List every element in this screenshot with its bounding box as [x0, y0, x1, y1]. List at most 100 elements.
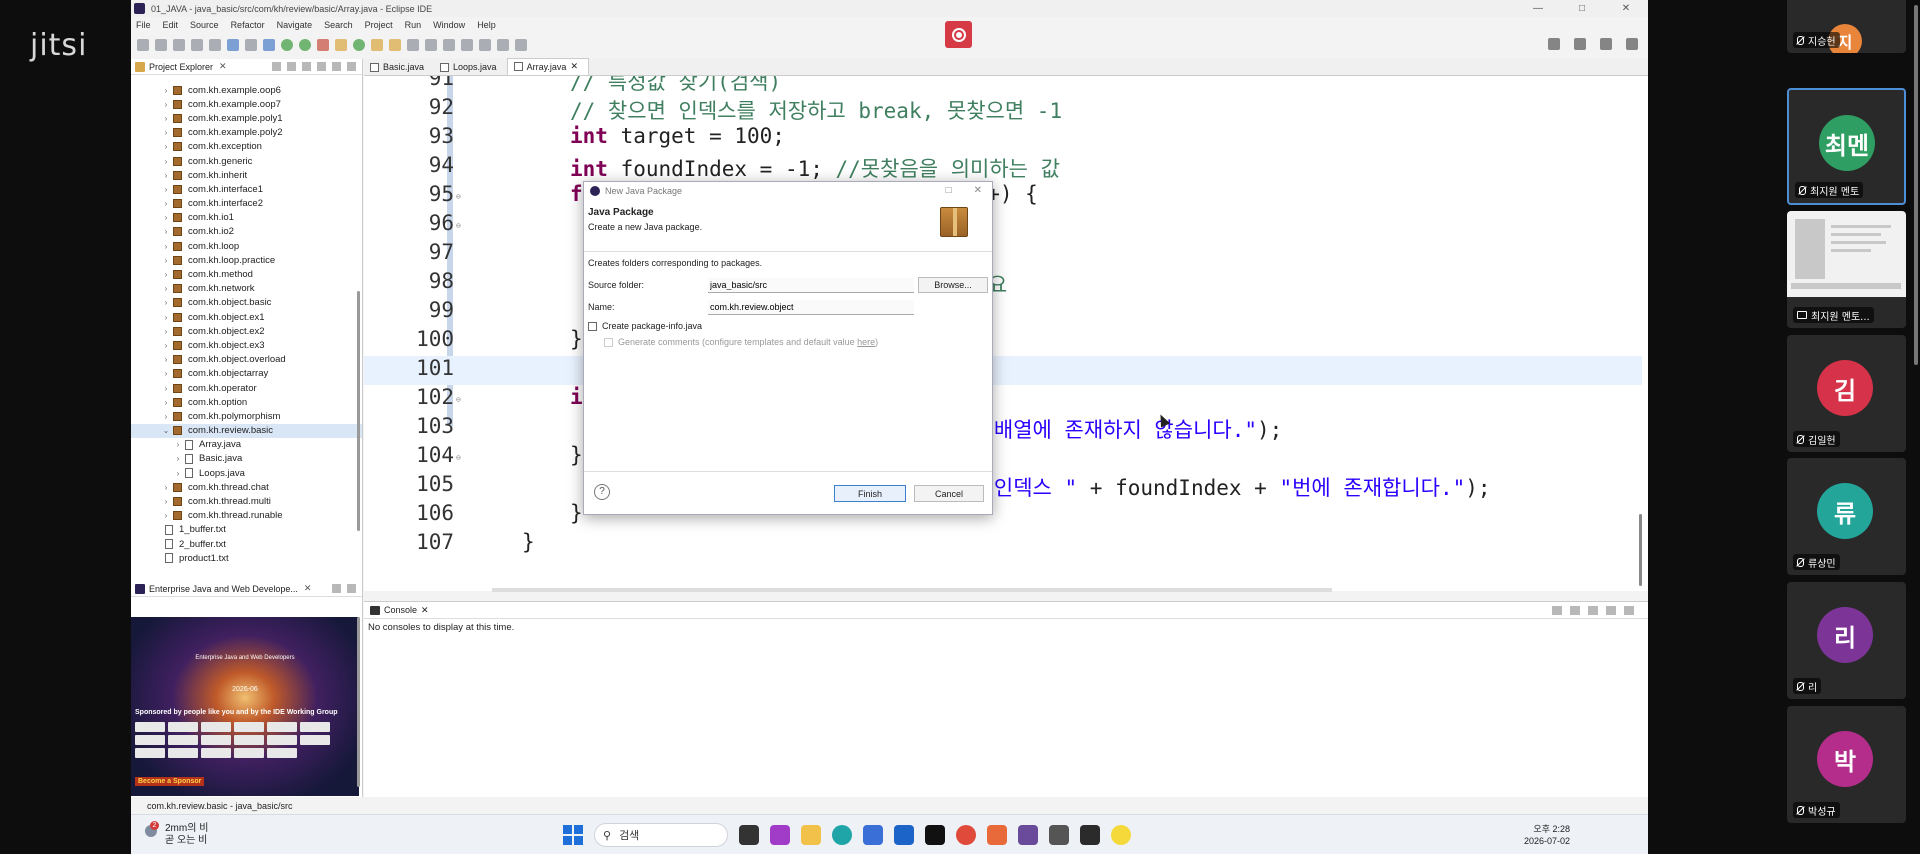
- package-item[interactable]: › com.kh.io1: [131, 211, 362, 225]
- chevron-right-icon[interactable]: ›: [161, 142, 171, 151]
- menu-search[interactable]: Search: [324, 20, 353, 30]
- finish-button[interactable]: Finish: [834, 485, 906, 502]
- participant-tile[interactable]: 류 류상민: [1787, 458, 1906, 575]
- chat-app-icon[interactable]: [770, 825, 790, 845]
- chevron-right-icon[interactable]: ›: [161, 497, 171, 506]
- code-line[interactable]: 96 ⊖: [364, 211, 1642, 240]
- tab-console[interactable]: Console ✕: [364, 602, 1648, 619]
- weather-widget[interactable]: 2 2mm의 비 곧 오는 비: [145, 821, 208, 847]
- view-menu-icon[interactable]: [1588, 606, 1598, 615]
- chevron-right-icon[interactable]: ›: [161, 227, 171, 236]
- search-icon[interactable]: [1548, 38, 1560, 50]
- chevron-right-icon[interactable]: ›: [161, 313, 171, 322]
- terminal-app-icon[interactable]: [1080, 825, 1100, 845]
- participant-tile[interactable]: 박 박성규: [1787, 706, 1906, 823]
- package-item[interactable]: › com.kh.example.oop6: [131, 83, 362, 97]
- chevron-right-icon[interactable]: ›: [161, 511, 171, 520]
- code-line[interactable]: 105 "은 인덱스 " + foundIndex + "번에 존재합니다.")…: [364, 472, 1642, 501]
- chevron-right-icon[interactable]: ›: [161, 128, 171, 137]
- code-line[interactable]: 98 불필요: [364, 269, 1642, 298]
- chevron-right-icon[interactable]: ›: [161, 298, 171, 307]
- menu-project[interactable]: Project: [365, 20, 393, 30]
- file-item[interactable]: › Loops.java: [131, 466, 362, 480]
- outlook-icon[interactable]: [894, 825, 914, 845]
- maximize-view-icon[interactable]: [1624, 606, 1634, 615]
- file-item[interactable]: › Basic.java: [131, 452, 362, 466]
- close-icon[interactable]: ✕: [421, 605, 429, 616]
- notion-icon[interactable]: [925, 825, 945, 845]
- tab-basic-java[interactable]: Basic.java: [364, 60, 434, 75]
- fold-icon[interactable]: ⊖: [456, 453, 461, 462]
- package-item[interactable]: › com.kh.objectarray: [131, 367, 362, 381]
- dialog-close-button[interactable]: ✕: [974, 185, 982, 196]
- package-item[interactable]: › com.kh.generic: [131, 154, 362, 168]
- annotation-next-icon[interactable]: [443, 39, 455, 51]
- package-item[interactable]: › com.kh.interface2: [131, 197, 362, 211]
- print-icon[interactable]: [191, 39, 203, 51]
- eclipse-taskbar-icon[interactable]: [1018, 825, 1038, 845]
- sponsor-banner[interactable]: Enterprise Java and Web Developers 2026-…: [131, 617, 359, 796]
- maximize-view-icon[interactable]: [347, 584, 356, 593]
- code-line[interactable]: 102⊖if: [364, 385, 1642, 414]
- edge-icon[interactable]: [832, 825, 852, 845]
- code-line[interactable]: 97: [364, 240, 1642, 269]
- code-line[interactable]: 104⊖} e: [364, 443, 1642, 472]
- configure-templates-link[interactable]: here: [857, 337, 875, 347]
- code-area[interactable]: 91 // 특정값 찾기(검색) 92 // 찾으면 인덱스를 저장하고 break,…: [364, 76, 1642, 564]
- minimize-view-icon[interactable]: [332, 584, 341, 593]
- code-line[interactable]: 95⊖fo i++) {: [364, 182, 1642, 211]
- close-icon[interactable]: ✕: [304, 583, 312, 594]
- java-perspective-icon[interactable]: [1626, 38, 1638, 50]
- chevron-right-icon[interactable]: ›: [161, 199, 171, 208]
- help-icon[interactable]: ?: [594, 484, 610, 500]
- windows-start-icon[interactable]: [563, 825, 583, 845]
- menu-refactor[interactable]: Refactor: [231, 20, 265, 30]
- code-line[interactable]: 93 int target = 100;: [364, 124, 1642, 153]
- tab-enterprise[interactable]: Enterprise Java and Web Develope... ✕: [131, 581, 362, 597]
- debug-icon[interactable]: [263, 39, 275, 51]
- chevron-right-icon[interactable]: ›: [161, 114, 171, 123]
- search-tool-icon[interactable]: [407, 39, 419, 51]
- code-line[interactable]: 100}: [364, 327, 1642, 356]
- package-item[interactable]: › com.kh.object.ex3: [131, 338, 362, 352]
- chevron-right-icon[interactable]: ›: [173, 469, 183, 478]
- code-line[interactable]: 101: [364, 356, 1642, 385]
- package-item[interactable]: › com.kh.inherit: [131, 168, 362, 182]
- chevron-right-icon[interactable]: ›: [161, 412, 171, 421]
- java-ee-perspective-icon[interactable]: [1600, 38, 1612, 50]
- participant-tile[interactable]: 리리: [1787, 582, 1906, 699]
- new-java-package-icon[interactable]: [353, 39, 365, 51]
- code-line[interactable]: 94 int foundIndex = -1; //못찾음을 의미하는 값: [364, 153, 1642, 182]
- link-editor-icon[interactable]: [287, 62, 296, 71]
- new-class-icon[interactable]: [371, 39, 383, 51]
- create-package-info-row[interactable]: Create package-info.java: [588, 318, 988, 334]
- package-item[interactable]: › com.kh.example.oop7: [131, 97, 362, 111]
- menu-run[interactable]: Run: [405, 20, 422, 30]
- external-tools-icon[interactable]: [317, 39, 329, 51]
- kakaotalk-icon[interactable]: [1111, 825, 1131, 845]
- enterprise-scrollbar[interactable]: [357, 617, 360, 787]
- menu-file[interactable]: File: [136, 20, 151, 30]
- chevron-right-icon[interactable]: ›: [173, 440, 183, 449]
- chevron-right-icon[interactable]: ›: [161, 86, 171, 95]
- chevron-right-icon[interactable]: ›: [161, 341, 171, 350]
- notepad-icon[interactable]: [1049, 825, 1069, 845]
- browse-button[interactable]: Browse...: [918, 277, 988, 293]
- tab-array-java[interactable]: Array.java ✕: [506, 58, 589, 75]
- recording-indicator-button[interactable]: [945, 21, 972, 48]
- run-icon[interactable]: [281, 39, 293, 51]
- terminal-icon[interactable]: [227, 39, 239, 51]
- code-line[interactable]: 107}: [364, 530, 1642, 559]
- task-view-icon[interactable]: [739, 825, 759, 845]
- claude-icon[interactable]: [987, 825, 1007, 845]
- chevron-right-icon[interactable]: ›: [161, 213, 171, 222]
- chevron-right-icon[interactable]: ›: [161, 327, 171, 336]
- chevron-right-icon[interactable]: ›: [161, 171, 171, 180]
- code-line[interactable]: 106}: [364, 501, 1642, 530]
- chevron-right-icon[interactable]: ›: [161, 384, 171, 393]
- file-item[interactable]: 1_buffer.txt: [131, 523, 362, 537]
- chevron-down-icon[interactable]: ⌄: [161, 426, 171, 435]
- maximize-view-icon[interactable]: [347, 62, 356, 71]
- menu-source[interactable]: Source: [190, 20, 219, 30]
- horizontal-scrollbar[interactable]: [492, 588, 1332, 592]
